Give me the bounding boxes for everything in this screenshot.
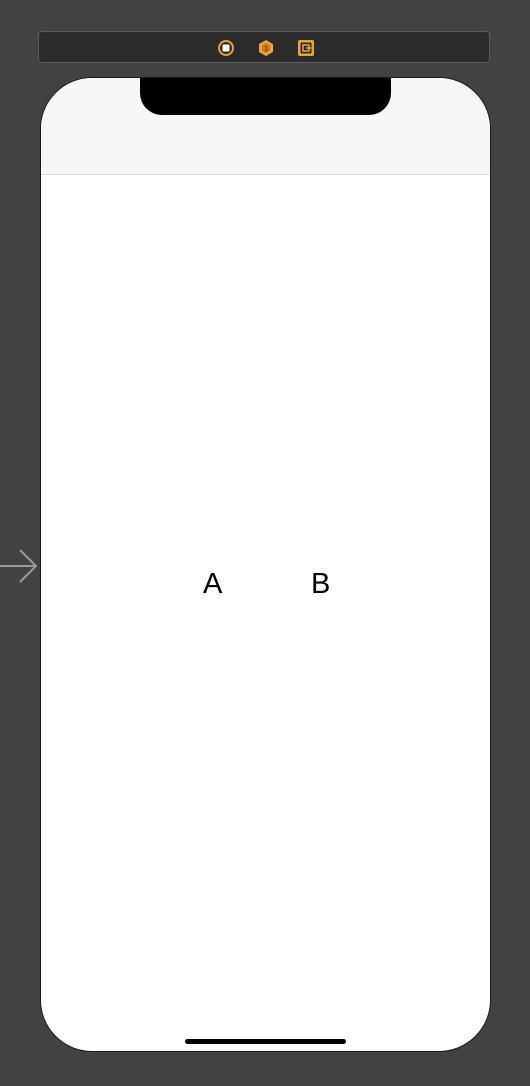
- device-frame: A B: [40, 77, 491, 1052]
- home-indicator: [185, 1039, 346, 1044]
- storyboard-canvas: 1 A B: [0, 0, 530, 1086]
- label-a: A: [203, 568, 223, 600]
- exit-icon[interactable]: [297, 39, 315, 57]
- scene-dock: 1: [38, 31, 490, 63]
- view-controller-icon[interactable]: [217, 39, 235, 57]
- device-notch: [140, 78, 391, 115]
- label-b: B: [311, 568, 331, 600]
- arrow-right-icon: [0, 548, 40, 584]
- first-responder-icon[interactable]: 1: [257, 39, 275, 57]
- svg-text:1: 1: [264, 46, 268, 53]
